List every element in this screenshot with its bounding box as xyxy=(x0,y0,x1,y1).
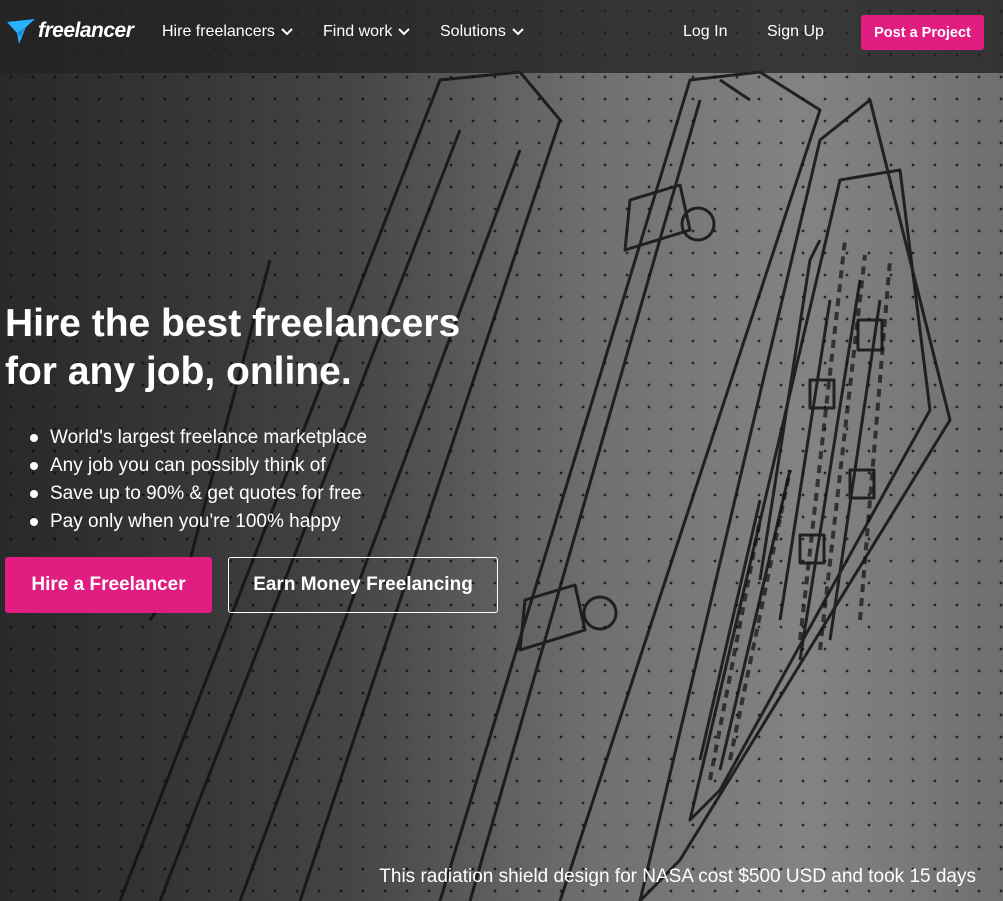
nav-solutions-label: Solutions xyxy=(440,23,506,40)
chevron-down-icon xyxy=(281,28,293,36)
bullet-dot-icon xyxy=(30,462,38,470)
nav-find-work-label: Find work xyxy=(323,23,393,40)
benefit-text: Pay only when you're 100% happy xyxy=(50,511,341,532)
hero-headline-line2: for any job, online. xyxy=(5,350,352,393)
list-item: World's largest freelance marketplace xyxy=(30,424,367,452)
benefit-text: Any job you can possibly think of xyxy=(50,455,326,476)
benefit-text: Save up to 90% & get quotes for free xyxy=(50,483,362,504)
list-item: Any job you can possibly think of xyxy=(30,452,367,480)
signup-link[interactable]: Sign Up xyxy=(767,20,824,44)
freelancer-logo[interactable]: freelancer xyxy=(6,14,134,48)
bullet-dot-icon xyxy=(30,434,38,442)
hire-freelancer-button[interactable]: Hire a Freelancer xyxy=(5,557,212,613)
list-item: Save up to 90% & get quotes for free xyxy=(30,480,367,508)
bird-logo-icon xyxy=(7,19,35,44)
login-link[interactable]: Log In xyxy=(683,20,727,44)
chevron-down-icon xyxy=(398,28,411,36)
list-item: Pay only when you're 100% happy xyxy=(30,508,367,536)
earn-money-button[interactable]: Earn Money Freelancing xyxy=(228,557,498,613)
benefits-list: World's largest freelance marketplace An… xyxy=(30,424,367,536)
bullet-dot-icon xyxy=(30,490,38,498)
nav-hire-freelancers-label: Hire freelancers xyxy=(162,23,275,40)
chevron-down-icon xyxy=(512,28,524,36)
benefit-text: World's largest freelance marketplace xyxy=(50,427,367,448)
bullet-dot-icon xyxy=(30,518,38,526)
brand-name: freelancer xyxy=(38,19,134,42)
hero-headline: Hire the best freelancers for any job, o… xyxy=(5,300,525,396)
top-navbar: freelancer Hire freelancers Find work So… xyxy=(0,0,1003,73)
nav-hire-freelancers[interactable]: Hire freelancers xyxy=(162,20,293,44)
hero-headline-line1: Hire the best freelancers xyxy=(5,302,461,345)
hero-caption: This radiation shield design for NASA co… xyxy=(379,866,976,887)
post-project-button[interactable]: Post a Project xyxy=(861,15,984,50)
nav-find-work[interactable]: Find work xyxy=(323,20,411,44)
nav-solutions[interactable]: Solutions xyxy=(440,20,524,44)
